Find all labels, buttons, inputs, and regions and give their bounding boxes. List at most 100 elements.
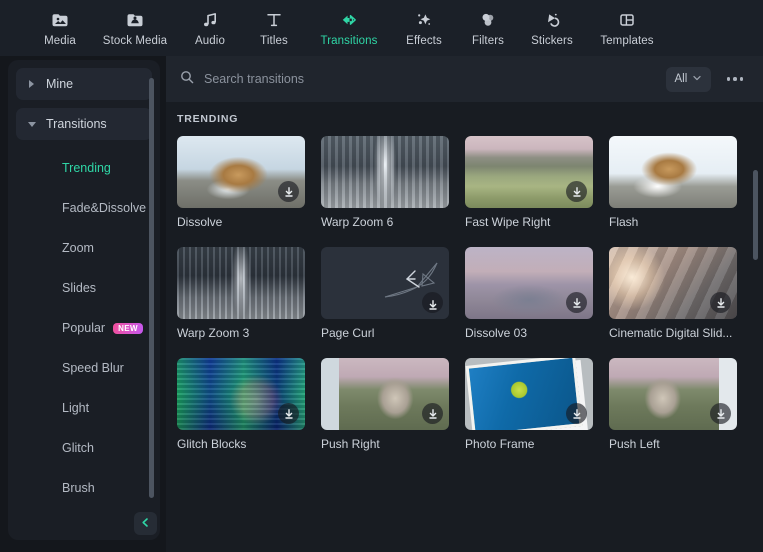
- nav-item-media[interactable]: Media: [28, 2, 92, 54]
- download-icon[interactable]: [566, 181, 587, 202]
- transition-thumbnail[interactable]: [465, 358, 593, 430]
- download-icon[interactable]: [710, 403, 731, 424]
- search-icon: [180, 70, 194, 89]
- section-title: TRENDING: [177, 113, 239, 125]
- transition-card[interactable]: Cinematic Digital Slid...: [609, 247, 737, 340]
- transition-label: Warp Zoom 6: [321, 215, 394, 229]
- sidebar-item-label: Trending: [62, 161, 111, 175]
- sidebar-item-zoom[interactable]: Zoom: [16, 228, 152, 268]
- nav-item-audio[interactable]: Audio: [178, 2, 242, 54]
- sidebar-group-mine[interactable]: Mine: [16, 68, 152, 100]
- transition-label: Push Right: [321, 437, 380, 451]
- transition-thumbnail[interactable]: [609, 247, 737, 319]
- transition-thumbnail[interactable]: [321, 247, 449, 319]
- transition-card[interactable]: Push Left: [609, 358, 737, 451]
- transition-card[interactable]: Dissolve: [177, 136, 305, 229]
- nav-item-label: Stock Media: [102, 34, 168, 47]
- transition-thumbnail[interactable]: [177, 358, 305, 430]
- media-icon: [49, 10, 71, 30]
- transition-thumbnail[interactable]: [609, 358, 737, 430]
- transition-thumbnail[interactable]: [465, 136, 593, 208]
- sidebar-item-label: Speed Blur: [62, 361, 124, 375]
- sidebar-scrollbar-track[interactable]: [149, 68, 157, 498]
- transition-label: Flash: [609, 215, 639, 229]
- nav-item-transitions[interactable]: Transitions: [306, 2, 392, 54]
- download-icon[interactable]: [422, 403, 443, 424]
- sidebar-item-label: Fade&Dissolve: [62, 201, 147, 215]
- transition-card[interactable]: Flash: [609, 136, 737, 229]
- transition-card[interactable]: Glitch Blocks: [177, 358, 305, 451]
- more-options-dot: [739, 77, 743, 81]
- stock-media-icon: [124, 10, 146, 30]
- chevron-down-icon: [692, 70, 702, 88]
- download-icon[interactable]: [710, 292, 731, 313]
- nav-item-stickers[interactable]: Stickers: [520, 2, 584, 54]
- sidebar-item-speed-blur[interactable]: Speed Blur: [16, 348, 152, 388]
- transition-card[interactable]: Page Curl: [321, 247, 449, 340]
- sidebar-collapse-button[interactable]: [134, 512, 157, 535]
- nav-item-effects[interactable]: Effects: [392, 2, 456, 54]
- transitions-icon: [338, 10, 360, 30]
- more-options-dot: [733, 77, 737, 81]
- transition-label: Dissolve: [177, 215, 223, 229]
- content-scrollbar-thumb[interactable]: [753, 170, 758, 260]
- nav-item-filters[interactable]: Filters: [456, 2, 520, 54]
- nav-item-label: Filters: [471, 34, 504, 47]
- nav-item-label: Templates: [600, 34, 654, 47]
- download-icon[interactable]: [278, 403, 299, 424]
- transition-thumbnail[interactable]: [321, 136, 449, 208]
- download-icon[interactable]: [278, 181, 299, 202]
- new-badge: NEW: [113, 322, 143, 334]
- sidebar-item-trending[interactable]: Trending: [16, 148, 152, 188]
- nav-item-templates[interactable]: Templates: [584, 2, 670, 54]
- transition-label: Page Curl: [321, 326, 375, 340]
- sidebar-item-light[interactable]: Light: [16, 388, 152, 428]
- chevron-down-icon: [28, 120, 36, 128]
- transition-label: Dissolve 03: [465, 326, 528, 340]
- transition-thumbnail[interactable]: [321, 358, 449, 430]
- nav-item-label: Transitions: [320, 34, 378, 47]
- transition-thumbnail[interactable]: [177, 247, 305, 319]
- top-navigation-bar: Media Stock Media Audio Titles Transitions Ef…: [0, 0, 763, 56]
- transition-card[interactable]: Fast Wipe Right: [465, 136, 593, 229]
- download-icon[interactable]: [566, 292, 587, 313]
- sidebar-group-label: Transitions: [46, 117, 107, 131]
- filter-dropdown-label: All: [674, 73, 688, 85]
- transition-thumbnail[interactable]: [465, 247, 593, 319]
- search-toolbar: Search transitions All: [166, 56, 763, 102]
- download-icon[interactable]: [566, 403, 587, 424]
- transition-card[interactable]: Photo Frame: [465, 358, 593, 451]
- download-icon[interactable]: [422, 292, 443, 313]
- nav-item-label: Audio: [195, 34, 225, 47]
- transition-thumbnail[interactable]: [609, 136, 737, 208]
- titles-icon: [263, 10, 285, 30]
- transition-thumbnail[interactable]: [177, 136, 305, 208]
- sidebar-item-brush[interactable]: Brush: [16, 468, 152, 508]
- sidebar-scroll-area[interactable]: Mine Transitions Trending Fade&Dissolve Zoom…: [8, 60, 160, 502]
- sidebar-item-popular[interactable]: Popular NEW: [16, 308, 152, 348]
- more-options-dot: [726, 77, 730, 81]
- sidebar-item-glitch[interactable]: Glitch: [16, 428, 152, 468]
- sidebar-group-label: Mine: [46, 77, 74, 91]
- left-sidebar: Mine Transitions Trending Fade&Dissolve Zoom…: [8, 60, 160, 540]
- stickers-icon: [541, 10, 563, 30]
- transition-card[interactable]: Warp Zoom 6: [321, 136, 449, 229]
- transition-card[interactable]: Dissolve 03: [465, 247, 593, 340]
- filter-dropdown[interactable]: All: [665, 66, 711, 92]
- search-input[interactable]: Search transitions: [180, 70, 666, 89]
- transition-card[interactable]: Push Right: [321, 358, 449, 451]
- sidebar-item-slides[interactable]: Slides: [16, 268, 152, 308]
- sidebar-item-fade-dissolve[interactable]: Fade&Dissolve: [16, 188, 152, 228]
- transition-label: Glitch Blocks: [177, 437, 247, 451]
- sidebar-scrollbar-thumb[interactable]: [149, 78, 154, 498]
- transition-label: Cinematic Digital Slid...: [609, 326, 733, 340]
- nav-item-stock-media[interactable]: Stock Media: [92, 2, 178, 54]
- main-panel: Search transitions All TRENDING Dissolve…: [166, 56, 763, 552]
- transition-label: Fast Wipe Right: [465, 215, 551, 229]
- nav-item-titles[interactable]: Titles: [242, 2, 306, 54]
- sidebar-group-transitions[interactable]: Transitions: [16, 108, 152, 140]
- nav-item-label: Media: [44, 34, 76, 47]
- more-options-button[interactable]: [725, 71, 746, 87]
- transition-card[interactable]: Warp Zoom 3: [177, 247, 305, 340]
- search-placeholder: Search transitions: [204, 72, 305, 86]
